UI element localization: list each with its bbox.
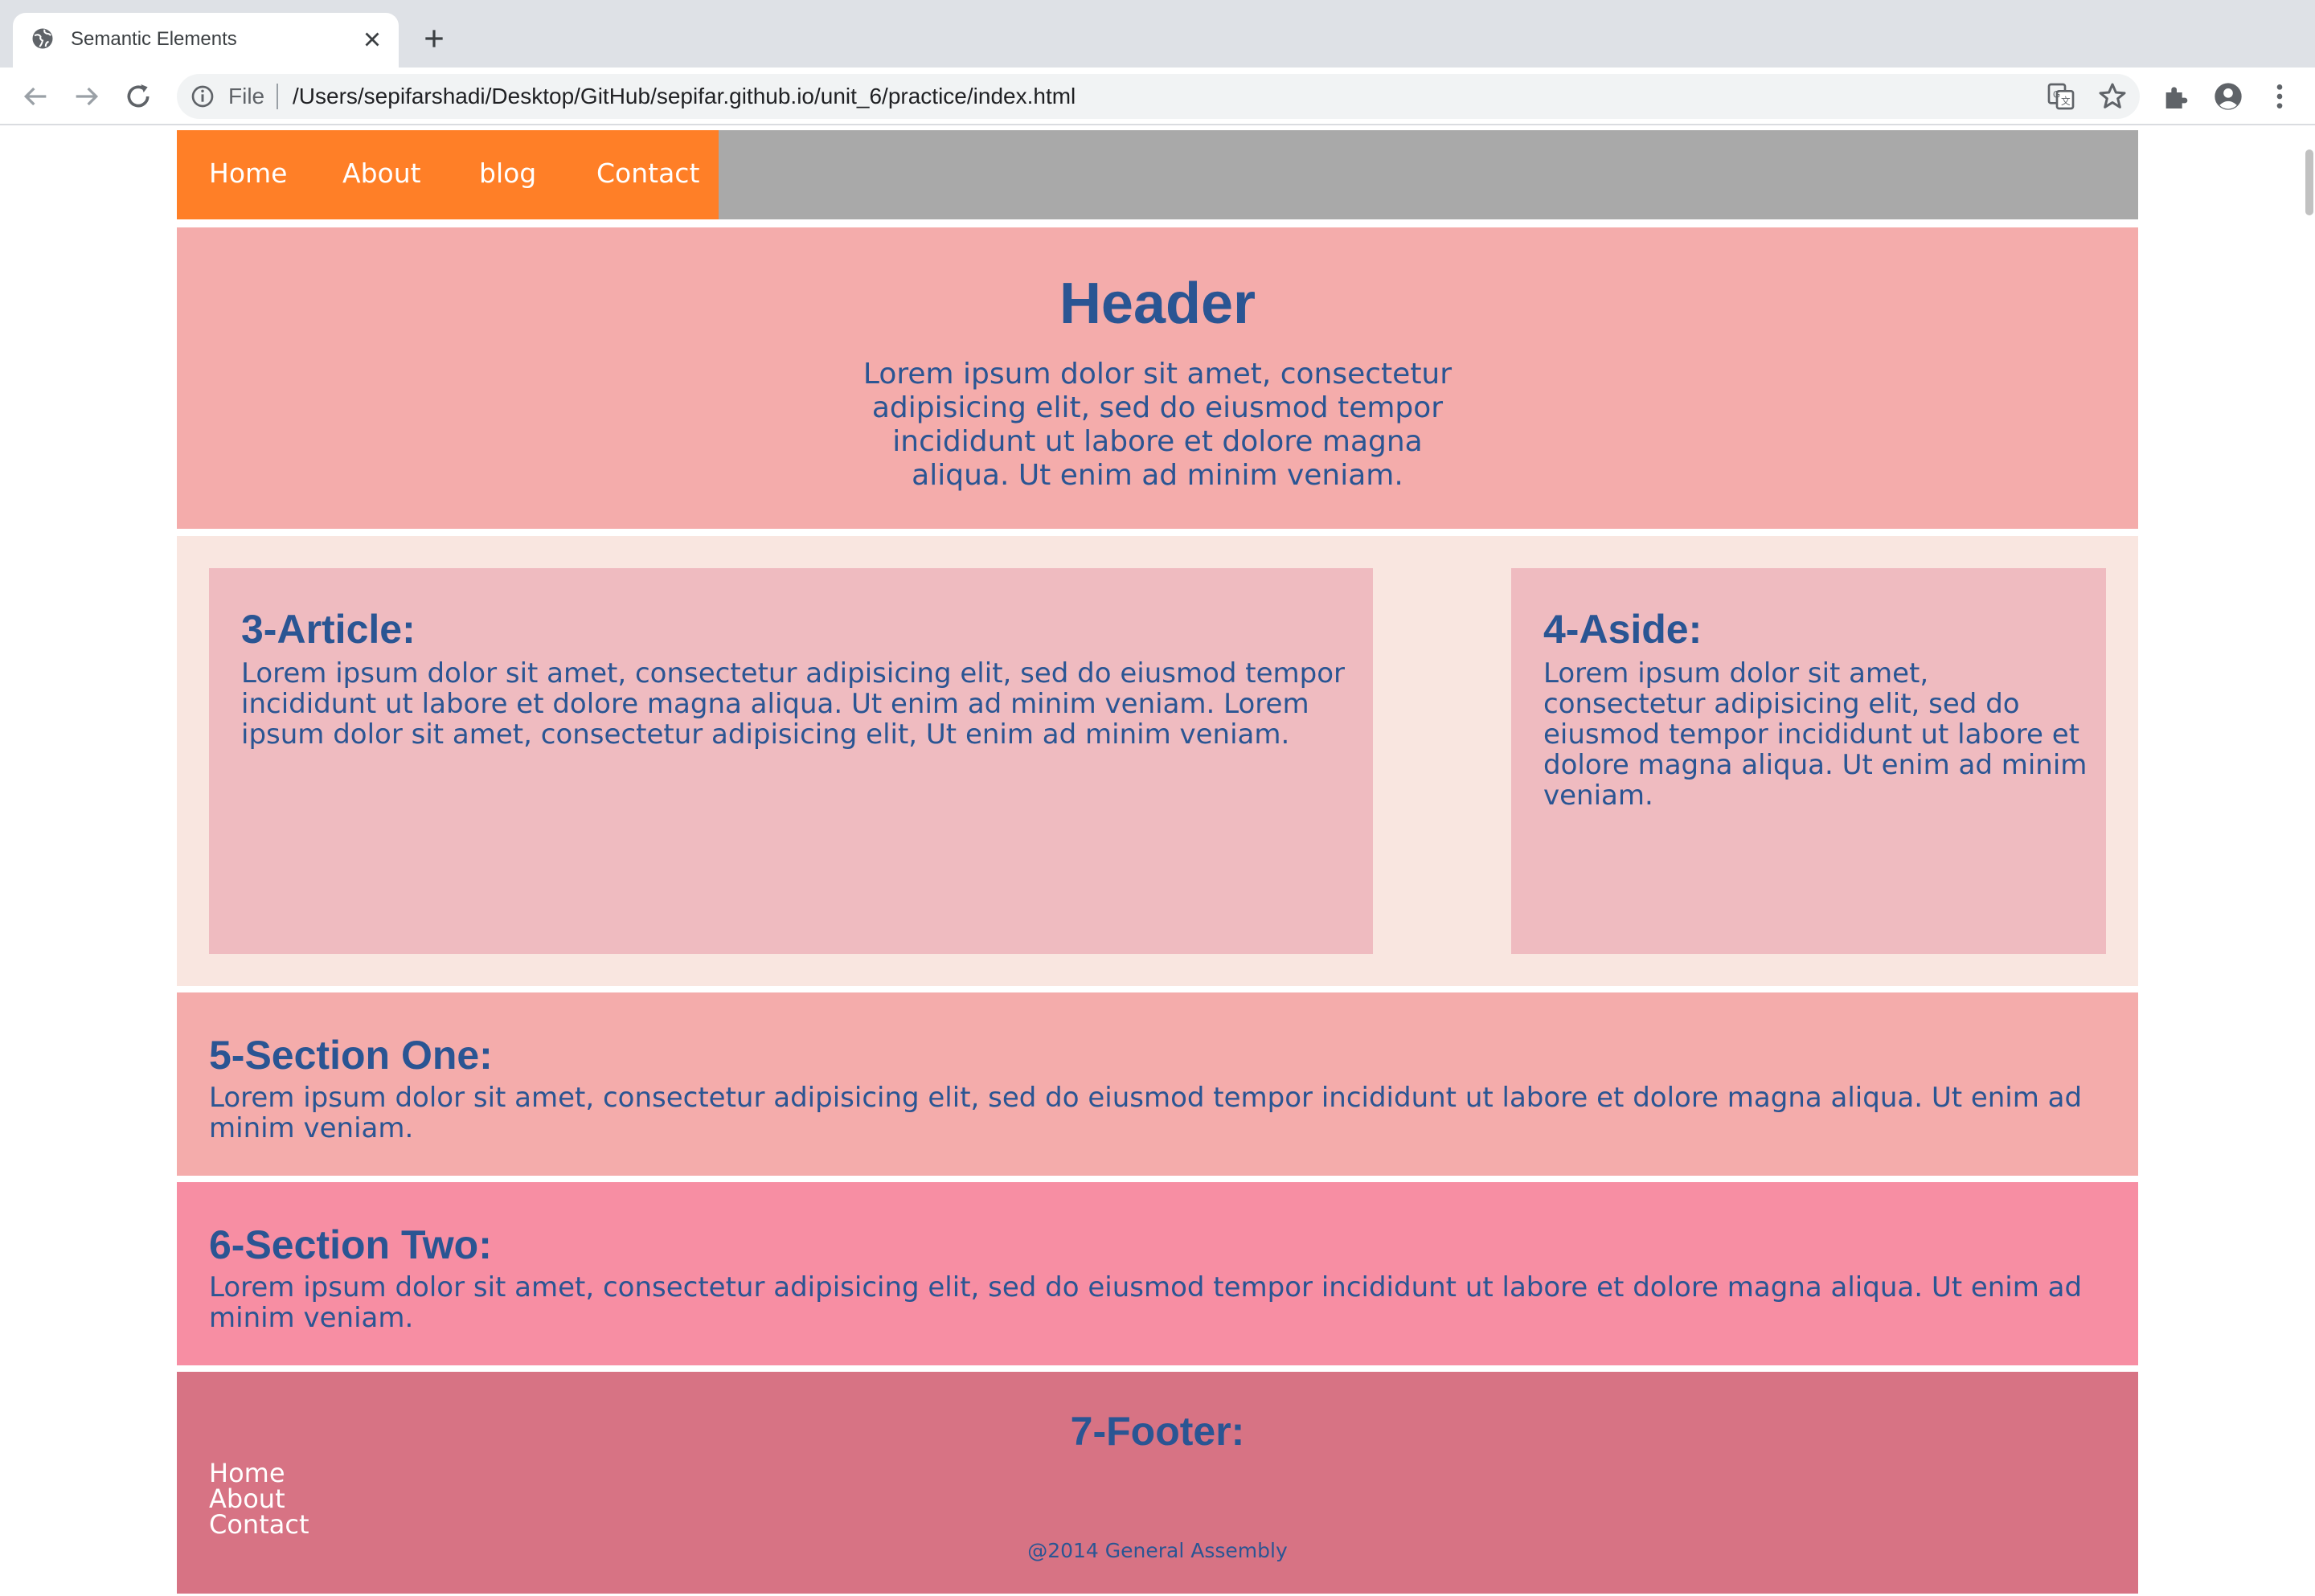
footer-title: 7-Footer: [1070, 1409, 1245, 1454]
nav-link-home[interactable]: Home [209, 158, 287, 190]
plus-icon[interactable] [421, 26, 447, 51]
reload-icon[interactable] [122, 80, 154, 113]
page-header: Header Lorem ipsum dolor sit amet, conse… [177, 227, 2138, 529]
scrollbar-thumb[interactable] [2305, 149, 2313, 215]
forward-icon[interactable] [71, 80, 103, 113]
article-title: 3-Article: [241, 607, 416, 652]
nav-link-about[interactable]: About [342, 158, 421, 190]
footer-link-home[interactable]: Home [209, 1460, 309, 1486]
nav-link-contact[interactable]: Contact [596, 158, 699, 190]
main-container: 3-Article: Lorem ipsum dolor sit amet, c… [177, 536, 2138, 986]
copyright-text: @2014 General Assembly [1027, 1539, 1288, 1562]
file-scheme-label: File [228, 84, 265, 108]
section-two-title: 6-Section Two: [209, 1222, 492, 1267]
footer-link-contact[interactable]: Contact [209, 1512, 309, 1537]
page-footer: 7-Footer: Home About Contact @2014 Gener… [177, 1372, 2138, 1594]
url-text[interactable]: /Users/sepifarshadi/Desktop/GitHub/sepif… [293, 84, 1076, 108]
globe-icon [32, 28, 53, 49]
svg-text:文: 文 [2061, 96, 2071, 107]
browser-tab[interactable]: Semantic Elements [13, 13, 399, 68]
section-two: 6-Section Two: Lorem ipsum dolor sit ame… [177, 1182, 2138, 1365]
profile-icon[interactable] [2212, 80, 2244, 113]
extensions-icon[interactable] [2161, 80, 2193, 113]
back-icon[interactable] [19, 80, 51, 113]
footer-links: Home About Contact [209, 1460, 309, 1537]
article-text: Lorem ipsum dolor sit amet, consectetur … [241, 657, 1346, 751]
aside-title: 4-Aside: [1543, 607, 1702, 652]
header-title: Header [1059, 272, 1256, 336]
info-icon[interactable] [190, 84, 215, 109]
article-box: 3-Article: Lorem ipsum dolor sit amet, c… [209, 568, 1373, 954]
aside-box: 4-Aside: Lorem ipsum dolor sit amet, con… [1511, 568, 2106, 954]
section-one-title: 5-Section One: [209, 1033, 493, 1078]
translate-icon[interactable]: G 文 [2045, 80, 2077, 113]
section-one: 5-Section One: Lorem ipsum dolor sit ame… [177, 992, 2138, 1176]
scrollbar-track[interactable] [2301, 129, 2315, 1596]
omnibox-divider [277, 84, 278, 109]
header-text: Lorem ipsum dolor sit amet, consectetur … [862, 358, 1453, 492]
section-two-text: Lorem ipsum dolor sit amet, consectetur … [209, 1271, 2083, 1334]
tab-title: Semantic Elements [71, 28, 237, 50]
svg-text:G: G [2053, 90, 2060, 100]
section-one-text: Lorem ipsum dolor sit amet, consectetur … [209, 1082, 2083, 1144]
footer-link-about[interactable]: About [209, 1486, 309, 1512]
menu-icon[interactable] [2264, 80, 2296, 113]
nav-link-blog[interactable]: blog [479, 158, 536, 190]
close-icon[interactable] [360, 27, 384, 51]
star-icon[interactable] [2096, 80, 2129, 113]
nav-menu: Home About blog Contact [177, 130, 719, 219]
aside-text: Lorem ipsum dolor sit amet, consectetur … [1543, 657, 2088, 812]
site-navbar: Home About blog Contact [177, 130, 2138, 219]
